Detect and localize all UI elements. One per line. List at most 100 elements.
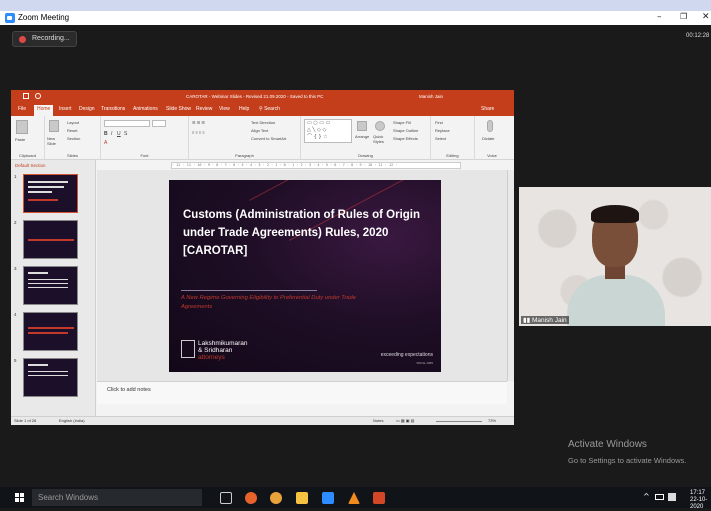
- maximize-button[interactable]: ❐: [680, 12, 687, 21]
- font-name-box[interactable]: [104, 120, 150, 127]
- slide-thumbnail-2[interactable]: [23, 220, 78, 259]
- shapes-gallery[interactable]: ▭ ○ ▭ ▭ △ ╲ ◇ ◇ ⌒ { } ☆: [304, 119, 352, 143]
- horizontal-ruler: · 12 · 11 · 10 · 9 · 8 · 7 · 6 · 5 · 4 ·…: [171, 162, 461, 169]
- save-icon[interactable]: [23, 93, 29, 99]
- new-slide-button[interactable]: New Slide: [47, 136, 63, 146]
- start-tile: [20, 493, 24, 497]
- current-slide[interactable]: Customs (Administration of Rules of Orig…: [169, 180, 441, 372]
- menu-animations[interactable]: Animations: [133, 106, 158, 112]
- italic-icon[interactable]: I: [111, 131, 112, 137]
- task-view-icon[interactable]: [220, 492, 232, 504]
- battery-icon[interactable]: [655, 494, 664, 500]
- vlc-icon[interactable]: [348, 492, 360, 504]
- find-button[interactable]: Find: [435, 120, 443, 125]
- zoom-slider[interactable]: [436, 421, 482, 422]
- new-slide-icon[interactable]: [49, 120, 59, 132]
- minimize-button[interactable]: –: [657, 12, 662, 22]
- thumb-line: [28, 287, 68, 288]
- reset-button[interactable]: Reset: [67, 128, 77, 133]
- slide-tagline: exceeding expectations: [380, 352, 433, 358]
- zoom-title-bar: Zoom Meeting – ❐ ✕: [0, 11, 711, 25]
- firefox-icon[interactable]: [245, 492, 257, 504]
- convert-smartart-button[interactable]: Convert to SmartArt: [251, 136, 286, 141]
- taskbar-search-box[interactable]: Search Windows: [32, 489, 202, 506]
- notes-toggle[interactable]: Notes: [373, 418, 383, 423]
- desktop-top-strip: [0, 0, 711, 11]
- menu-transitions[interactable]: Transitions: [101, 106, 125, 112]
- recording-indicator[interactable]: Recording...: [12, 31, 77, 47]
- slide-thumbnail-1[interactable]: [23, 174, 78, 213]
- font-size-box[interactable]: [152, 120, 166, 127]
- menu-slide-show[interactable]: Slide Show: [166, 106, 191, 112]
- section-label[interactable]: Default Section: [15, 163, 46, 168]
- shape-fill-button[interactable]: Shape Fill: [393, 120, 411, 125]
- underline-icon[interactable]: U: [117, 131, 121, 137]
- participant-video-tile[interactable]: ▮▮ Manish Jain: [519, 187, 711, 326]
- align-icon[interactable]: ≡ ≡ ≡ ≡: [192, 130, 205, 135]
- menu-home[interactable]: Home: [34, 105, 54, 116]
- paste-icon[interactable]: [16, 120, 28, 134]
- section-button[interactable]: Section: [67, 136, 80, 141]
- thumb-line: [28, 279, 68, 280]
- select-button[interactable]: Select: [435, 136, 446, 141]
- slide-thumbnail-3[interactable]: [23, 266, 78, 305]
- ppt-title-bar: CAROTAR - Webinar Slides - Revised 21.09…: [11, 90, 514, 104]
- ribbon-group-clipboard: Paste Clipboard: [11, 116, 45, 160]
- ribbon-group-voice: Dictate Voice: [475, 116, 509, 160]
- menu-file[interactable]: File: [18, 106, 26, 112]
- shape-outline-button[interactable]: Shape Outline: [393, 128, 418, 133]
- language-indicator[interactable]: English (India): [59, 418, 85, 423]
- undo-icon[interactable]: [35, 93, 41, 99]
- vertical-scrollbar[interactable]: [507, 170, 514, 381]
- powerpoint-taskbar-icon[interactable]: [373, 492, 385, 504]
- activate-windows-title: Activate Windows: [568, 439, 647, 450]
- view-buttons[interactable]: ▭ ▦ ▣ ▤: [396, 418, 414, 423]
- font-label: Font: [140, 153, 149, 158]
- slide-divider: [181, 290, 317, 291]
- ppt-ribbon: Paste Clipboard New Slide Layout Reset S…: [11, 116, 514, 160]
- zoom-taskbar-icon[interactable]: [322, 492, 334, 504]
- thumb-line: [28, 186, 64, 188]
- slide-thumbnail-4[interactable]: [23, 312, 78, 351]
- strikethrough-icon[interactable]: S: [124, 131, 127, 137]
- tray-chevron-icon[interactable]: ^: [643, 492, 650, 501]
- ppt-document-title: CAROTAR - Webinar Slides - Revised 21.09…: [186, 94, 324, 99]
- file-explorer-icon[interactable]: [296, 492, 308, 504]
- menu-help[interactable]: Help: [239, 106, 249, 112]
- align-text-button[interactable]: Align Text: [251, 128, 268, 133]
- menu-design[interactable]: Design: [79, 106, 95, 112]
- notification-icon[interactable]: [668, 493, 676, 501]
- close-button[interactable]: ✕: [702, 12, 710, 22]
- menu-insert[interactable]: Insert: [59, 106, 72, 112]
- share-button[interactable]: Share: [481, 106, 494, 112]
- zoom-level[interactable]: 73%: [488, 418, 496, 423]
- text-direction-button[interactable]: Text Direction: [251, 120, 275, 125]
- menu-search[interactable]: ⚲ Search: [259, 106, 280, 112]
- recording-label: Recording...: [32, 35, 70, 42]
- start-tile: [20, 498, 24, 502]
- font-color-icon[interactable]: A: [104, 140, 107, 146]
- bold-icon[interactable]: B: [104, 131, 108, 137]
- bullets-icon[interactable]: ☰ ☰ ☰: [192, 120, 205, 125]
- paste-button[interactable]: Paste: [15, 137, 25, 142]
- quick-styles-button[interactable]: Quick Styles: [373, 134, 387, 144]
- arrange-icon[interactable]: [357, 121, 367, 131]
- search-label: Search: [264, 106, 280, 112]
- arrange-button[interactable]: Arrange: [355, 134, 369, 139]
- chrome-icon[interactable]: [270, 492, 282, 504]
- voice-label: Voice: [487, 153, 497, 158]
- quick-styles-icon[interactable]: [375, 121, 385, 131]
- shared-powerpoint-window: CAROTAR - Webinar Slides - Revised 21.09…: [11, 90, 514, 425]
- dictate-button[interactable]: Dictate: [482, 136, 494, 141]
- shape-effects-button[interactable]: Shape Effects: [393, 136, 418, 141]
- layout-button[interactable]: Layout: [67, 120, 79, 125]
- menu-view[interactable]: View: [219, 106, 230, 112]
- replace-button[interactable]: Replace: [435, 128, 450, 133]
- windows-taskbar: Search Windows ^: [0, 487, 711, 508]
- microphone-icon[interactable]: [487, 120, 493, 132]
- thumb-number-5: 5: [14, 358, 17, 363]
- slide-thumbnail-5[interactable]: [23, 358, 78, 397]
- windows-start-icon[interactable]: [15, 493, 25, 503]
- notes-pane[interactable]: Click to add notes: [97, 381, 507, 404]
- menu-review[interactable]: Review: [196, 106, 212, 112]
